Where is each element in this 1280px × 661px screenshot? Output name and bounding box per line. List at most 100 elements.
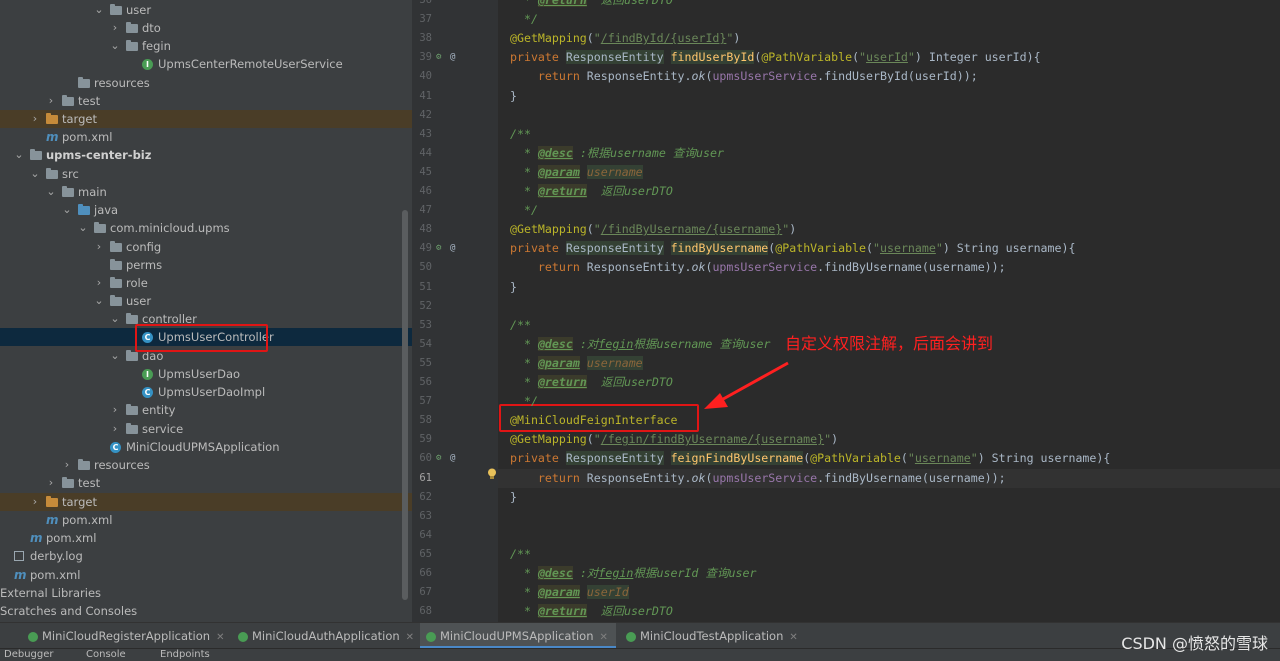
tree-item[interactable]: › entity [0,401,412,419]
tree-item[interactable]: › target [0,110,412,128]
gutter-line[interactable]: 62 [412,488,498,507]
gutter-line[interactable]: 65 [412,545,498,564]
chevron-down-icon[interactable]: ⌄ [30,165,40,183]
gutter-line[interactable]: 43 [412,125,498,144]
tree-item[interactable]: I UpmsCenterRemoteUserService [0,55,412,73]
tree-item[interactable]: ⌄ java [0,201,412,219]
tree-item[interactable]: › service [0,420,412,438]
code-line[interactable]: * @return 返回userDTO [498,0,1280,10]
gutter-line[interactable]: 60 ⚙ @ [412,449,498,468]
gutter-line[interactable]: 66 [412,564,498,583]
gutter-line[interactable]: 36 [412,0,498,10]
gutter-line[interactable]: 37 [412,10,498,29]
code-line[interactable]: @GetMapping("/findByUsername/{username}"… [498,220,1280,239]
gutter-line[interactable]: 59 [412,430,498,449]
tree-item[interactable]: ⌄ upms-center-biz [0,146,412,164]
close-icon[interactable]: ✕ [600,632,608,643]
code-line[interactable]: * @param username [498,354,1280,373]
chevron-right-icon[interactable]: › [110,401,120,419]
gutter-line[interactable]: 63 [412,507,498,526]
tree-item[interactable]: › test [0,474,412,492]
code-line[interactable]: /** [498,316,1280,335]
gutter-line[interactable]: 50 [412,258,498,277]
gutter-line[interactable]: 56 [412,373,498,392]
tree-item[interactable]: C MiniCloudUPMSApplication [0,438,412,456]
code-line[interactable]: private ResponseEntity findByUsername(@P… [498,239,1280,258]
code-line[interactable]: } [498,278,1280,297]
code-line[interactable]: return ResponseEntity.ok(upmsUserService… [498,468,1280,488]
code-line[interactable]: * @return 返回userDTO [498,602,1280,621]
code-line[interactable]: */ [498,392,1280,411]
debugger-tab[interactable]: Debugger [4,649,54,661]
code-line[interactable]: /** [498,125,1280,144]
code-line[interactable]: * @desc :对fegin根据username 查询user [498,335,1280,354]
gutter-line[interactable]: 49 ⚙ @ [412,239,498,258]
gutter-line[interactable]: 58 [412,411,498,430]
tree-scrollbar[interactable] [402,210,408,600]
gutter-line[interactable]: 52 [412,297,498,316]
code-line[interactable]: */ [498,201,1280,220]
chevron-right-icon[interactable]: › [46,474,56,492]
project-tree[interactable]: ⌄ user › dto ⌄ fegin I UpmsCenterRemoteUserServ… [0,0,412,622]
chevron-right-icon[interactable]: › [62,456,72,474]
gutter-line[interactable]: 51 [412,278,498,297]
gutter-line[interactable]: 54 [412,335,498,354]
code-line[interactable]: * @desc :根据username 查询user [498,144,1280,163]
code-line[interactable]: @GetMapping("/findById/{userId}") [498,29,1280,48]
chevron-down-icon[interactable]: ⌄ [94,292,104,310]
tree-item[interactable]: ⌄ com.minicloud.upms [0,219,412,237]
code-line[interactable] [498,106,1280,125]
gutter-line[interactable]: 45 [412,163,498,182]
bean-icon[interactable]: ⚙ [436,453,446,464]
chevron-down-icon[interactable]: ⌄ [14,146,24,164]
code-line[interactable]: * @return 返回userDTO [498,182,1280,201]
tree-item[interactable]: m pom.xml [0,566,412,584]
tree-item[interactable]: › target [0,493,412,511]
code-line[interactable] [498,297,1280,316]
mapping-icon[interactable]: @ [450,52,460,63]
code-line[interactable]: } [498,87,1280,106]
close-icon[interactable]: ✕ [216,632,224,643]
gutter-line[interactable]: 67 [412,583,498,602]
tree-item[interactable]: ⌄ user [0,1,412,19]
close-icon[interactable]: ✕ [789,632,797,643]
tree-item[interactable]: External Libraries [0,584,412,602]
tree-item[interactable]: perms [0,256,412,274]
code-line[interactable]: * @param userId [498,583,1280,602]
gutter-line[interactable]: 40 [412,67,498,86]
tree-item[interactable]: › resources [0,456,412,474]
code-line[interactable]: return ResponseEntity.ok(upmsUserService… [498,67,1280,86]
gutter-line[interactable]: 57 [412,392,498,411]
code-line[interactable]: } [498,488,1280,507]
tree-item[interactable]: C UpmsUserDaoImpl [0,383,412,401]
tree-item[interactable]: › role [0,274,412,292]
chevron-down-icon[interactable]: ⌄ [94,1,104,19]
chevron-right-icon[interactable]: › [46,92,56,110]
tree-item[interactable]: › config [0,238,412,256]
tree-item[interactable]: I UpmsUserDao [0,365,412,383]
code-line[interactable]: * @param username [498,163,1280,182]
tree-item[interactable]: › dto [0,19,412,37]
chevron-right-icon[interactable]: › [110,420,120,438]
gutter-line[interactable]: 41 [412,87,498,106]
gutter-line[interactable]: 46 [412,182,498,201]
code-line[interactable]: * @desc :对fegin根据userId 查询user [498,564,1280,583]
console-tab[interactable]: Console [86,649,126,661]
gutter-line[interactable]: 39 ⚙ @ [412,48,498,67]
gutter-line[interactable]: 38 [412,29,498,48]
gutter-line[interactable]: 42 [412,106,498,125]
chevron-down-icon[interactable]: ⌄ [110,37,120,55]
gutter-line[interactable]: 44 [412,144,498,163]
chevron-down-icon[interactable]: ⌄ [62,201,72,219]
run-tab[interactable]: MiniCloudUPMSApplication ✕ [420,623,616,649]
tree-item[interactable]: ⌄ src [0,165,412,183]
tree-item[interactable]: derby.log [0,547,412,565]
gutter-line[interactable]: 55 [412,354,498,373]
tree-item[interactable]: ⌄ main [0,183,412,201]
gutter-line[interactable]: 68 [412,602,498,621]
code-line[interactable]: /** [498,545,1280,564]
run-tab[interactable]: MiniCloudTestApplication ✕ [620,623,806,649]
gutter-line[interactable]: 53 [412,316,498,335]
code-line[interactable]: @GetMapping("/fegin/findByUsername/{user… [498,430,1280,449]
code-line[interactable]: private ResponseEntity findUserById(@Pat… [498,48,1280,67]
